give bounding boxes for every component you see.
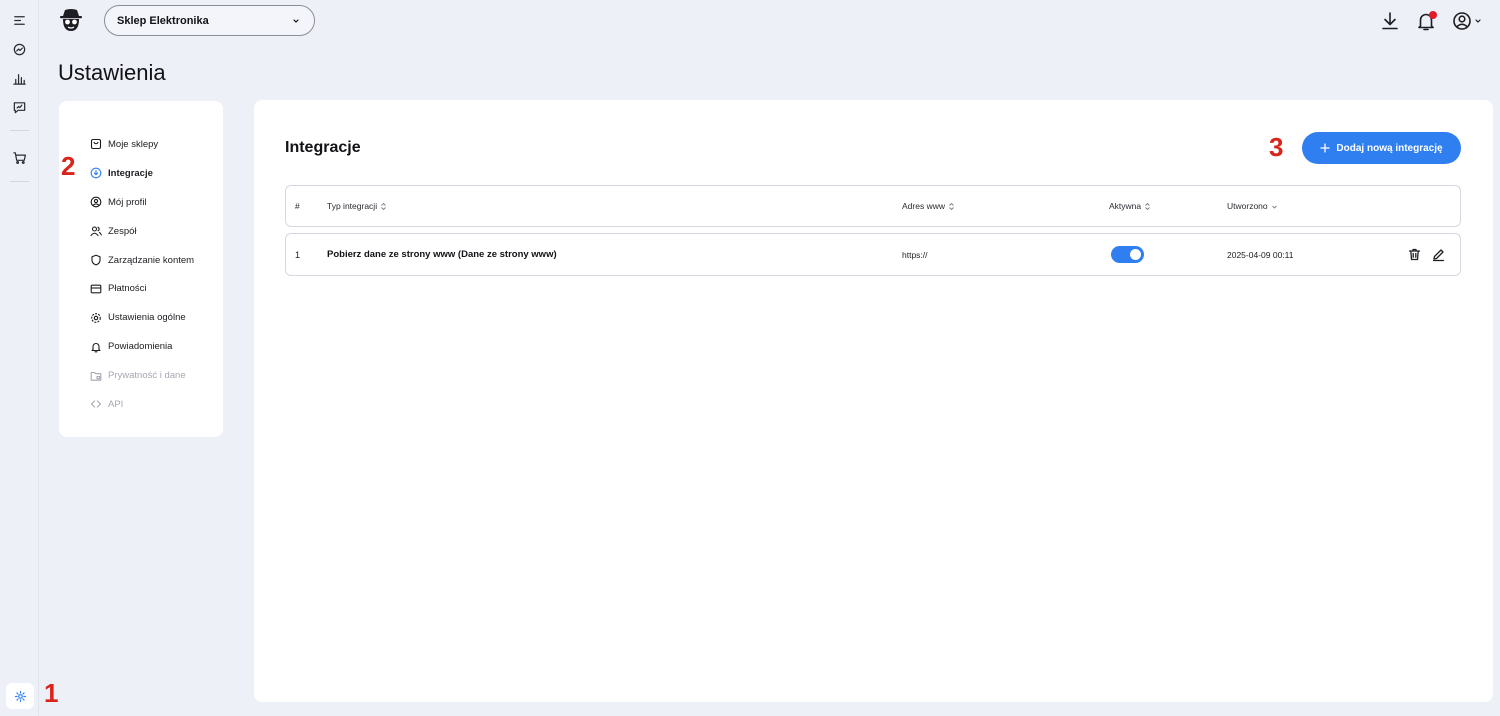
spy-logo-icon[interactable]	[59, 7, 83, 33]
nav-item-zarzadzanie-kontem[interactable]: Zarządzanie kontem	[59, 246, 223, 275]
nav-item-label: Powiadomienia	[108, 341, 173, 353]
nav-item-label: Prywatność i dane	[108, 370, 186, 382]
user-circle-icon	[1451, 10, 1473, 32]
nav-item-zespol[interactable]: Zespół	[59, 217, 223, 246]
left-rail	[0, 0, 39, 716]
sort-icon	[1144, 202, 1151, 211]
nav-item-platnosci[interactable]: Płatności	[59, 274, 223, 303]
active-toggle[interactable]	[1111, 246, 1144, 263]
column-header-created[interactable]: Utworzono	[1227, 186, 1278, 226]
cloud-icon	[90, 167, 102, 179]
nav-item-prywatnosc: Prywatność i dane	[59, 361, 223, 390]
column-header-type[interactable]: Typ integracji	[327, 186, 387, 226]
code-icon	[90, 398, 102, 410]
user-circle-icon	[90, 196, 102, 208]
add-integration-label: Dodaj nową integrację	[1336, 142, 1443, 154]
nav-item-integracje[interactable]: Integracje	[59, 159, 223, 188]
rail-divider	[10, 130, 29, 131]
team-icon	[90, 225, 102, 237]
gear-icon	[14, 690, 27, 703]
table-header: # Typ integracji Adres www Aktywna Utwor…	[285, 185, 1461, 227]
profile-menu[interactable]	[1451, 10, 1482, 32]
notification-badge	[1429, 11, 1437, 19]
marker-1: 1	[44, 678, 59, 708]
nav-item-label: Ustawienia ogólne	[108, 312, 186, 324]
bell-icon	[90, 341, 102, 353]
column-header-active[interactable]: Aktywna	[1109, 186, 1151, 226]
nav-item-api: API	[59, 390, 223, 419]
sort-desc-icon	[1271, 202, 1278, 211]
column-label: Utworzono	[1227, 201, 1268, 211]
credit-card-icon	[90, 283, 102, 295]
nav-item-moj-profil[interactable]: Mój profil	[59, 188, 223, 217]
column-label: Typ integracji	[327, 201, 378, 211]
column-label: Adres www	[902, 201, 945, 211]
sort-icon	[948, 202, 955, 211]
download-icon[interactable]	[1379, 10, 1401, 32]
section-heading: Integracje	[285, 139, 361, 156]
page-title: Ustawienia	[58, 60, 166, 85]
trash-icon[interactable]	[1407, 247, 1422, 262]
column-label: #	[295, 201, 300, 211]
nav-item-label: Zespół	[108, 225, 137, 237]
marker-3: 3	[1269, 132, 1284, 162]
nav-item-label: Moje sklepy	[108, 138, 159, 150]
row-number: 1	[295, 249, 301, 260]
table-row: 1 Pobierz dane ze strony www (Dane ze st…	[285, 233, 1461, 276]
nav-item-label: Mój profil	[108, 196, 147, 208]
folder-lock-icon	[90, 370, 102, 382]
row-integration-type: Pobierz dane ze strony www (Dane ze stro…	[327, 249, 557, 260]
menu-icon[interactable]	[12, 13, 27, 28]
row-actions	[1407, 234, 1446, 275]
row-url: https://	[902, 249, 928, 260]
nav-item-label: Płatności	[108, 283, 147, 295]
add-integration-button[interactable]: Dodaj nową integrację	[1302, 132, 1461, 164]
sort-icon	[380, 202, 387, 211]
bell-icon[interactable]	[1415, 10, 1437, 32]
gear-icon	[90, 312, 102, 324]
chevron-down-icon	[1474, 17, 1482, 25]
shop-select-value: Sklep Elektronika	[117, 14, 209, 27]
cart-icon[interactable]	[12, 150, 27, 165]
column-header-url[interactable]: Adres www	[902, 186, 955, 226]
shop-select[interactable]: Sklep Elektronika	[104, 5, 315, 36]
chat-chart-icon[interactable]	[12, 100, 27, 115]
settings-nav: Moje sklepy Integracje Mój profil Zespół…	[59, 101, 223, 437]
nav-item-label: API	[108, 398, 124, 410]
toggle-knob	[1130, 249, 1141, 260]
column-label: Aktywna	[1109, 201, 1142, 211]
nav-item-moje-sklepy[interactable]: Moje sklepy	[59, 130, 223, 159]
marker-2: 2	[61, 151, 76, 181]
top-actions	[1379, 10, 1482, 32]
integrations-panel: Integracje 3 Dodaj nową integrację # Typ…	[254, 100, 1493, 702]
column-header-num: #	[295, 186, 300, 226]
nav-item-label: Zarządzanie kontem	[108, 254, 195, 266]
settings-button[interactable]	[6, 683, 34, 709]
pencil-icon[interactable]	[1431, 247, 1446, 262]
store-icon	[90, 138, 102, 150]
plus-icon	[1320, 143, 1331, 153]
bar-chart-icon[interactable]	[12, 71, 27, 86]
chevron-down-icon	[292, 17, 300, 25]
shield-icon	[90, 254, 102, 266]
row-active-cell	[1109, 234, 1144, 275]
dashboard-gauge-icon[interactable]	[12, 42, 27, 57]
nav-item-label: Integracje	[108, 167, 153, 179]
rail-divider	[10, 181, 29, 182]
nav-item-powiadomienia[interactable]: Powiadomienia	[59, 332, 223, 361]
row-created: 2025-04-09 00:11	[1227, 249, 1294, 260]
nav-item-ustawienia-ogolne[interactable]: Ustawienia ogólne	[59, 303, 223, 332]
